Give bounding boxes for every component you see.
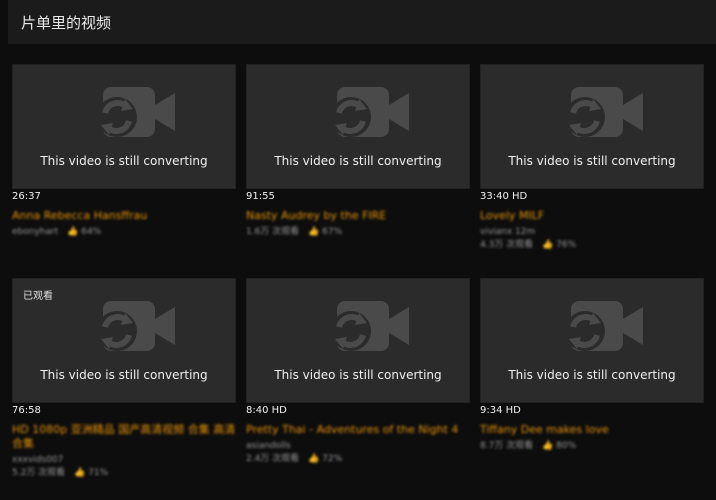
uploader-name[interactable]: xxxvids007 <box>12 454 236 467</box>
video-title[interactable]: Lovely MILF <box>480 209 704 223</box>
video-thumbnail[interactable]: This video is still converting <box>480 278 704 403</box>
video-meta: 8.7万 次观看 👍 80% <box>480 440 704 453</box>
video-camera-icon <box>97 301 175 351</box>
thumbs-up-icon: 👍 <box>308 454 320 464</box>
video-title[interactable]: Anna Rebecca Hansffrau <box>12 209 236 223</box>
video-thumbnail[interactable]: This video is still converting <box>12 64 236 189</box>
rating-value: 80% <box>556 441 577 451</box>
playlist-header: 片单里的视频 <box>8 0 716 44</box>
video-title[interactable]: Pretty Thai - Adventures of the Night 4 <box>246 423 470 437</box>
converting-message: This video is still converting <box>508 368 676 382</box>
view-count: 2.4万 次观看 <box>246 454 300 464</box>
view-count: 1.6万 次观看 <box>246 227 300 237</box>
thumbs-up-icon: 👍 <box>542 441 554 451</box>
video-title[interactable]: HD 1080p 亚洲精品 国产高清视频 合集 高清合集 <box>12 423 236 451</box>
view-count: 5.2万 次观看 <box>12 468 66 478</box>
thumbs-up-icon: 👍 <box>542 240 554 250</box>
video-meta: asiandolls 2.4万 次观看 👍 72% <box>246 440 470 466</box>
rating-value: 64% <box>81 227 102 237</box>
page-title: 片单里的视频 <box>21 13 112 32</box>
video-thumbnail[interactable]: This video is still converting <box>480 64 704 189</box>
video-thumbnail[interactable]: This video is still converting <box>246 278 470 403</box>
converting-message: This video is still converting <box>274 154 442 168</box>
video-card[interactable]: 已观看 This video is still converting 76:58… <box>12 278 236 478</box>
watched-badge: 已观看 <box>23 291 53 302</box>
video-camera-icon <box>331 301 409 351</box>
video-title[interactable]: Nasty Audrey by the FIRE <box>246 209 470 223</box>
video-camera-icon <box>97 87 175 137</box>
video-meta: ebonyhart 👍 64% <box>12 226 236 239</box>
converting-message: This video is still converting <box>40 154 208 168</box>
video-grid: This video is still converting 26:37 Ann… <box>12 64 716 478</box>
video-title[interactable]: Tiffany Dee makes love <box>480 423 704 437</box>
uploader-name[interactable]: vivianx 12m <box>480 226 704 239</box>
converting-message: This video is still converting <box>508 154 676 168</box>
video-duration: 33:40 HD <box>480 191 528 202</box>
video-camera-icon <box>331 87 409 137</box>
converting-message: This video is still converting <box>40 368 208 382</box>
video-card[interactable]: This video is still converting 26:37 Ann… <box>12 64 236 264</box>
video-duration: 8:40 HD <box>246 405 287 416</box>
video-camera-icon <box>565 87 643 137</box>
video-card[interactable]: This video is still converting 91:55 Nas… <box>246 64 470 264</box>
uploader-name[interactable]: ebonyhart <box>12 227 58 237</box>
video-meta: vivianx 12m 4.3万 次观看 👍 76% <box>480 226 704 252</box>
video-duration: 76:58 <box>12 405 41 416</box>
video-camera-icon <box>565 301 643 351</box>
video-duration: 9:34 HD <box>480 405 521 416</box>
video-meta: 1.6万 次观看 👍 67% <box>246 226 470 239</box>
video-card[interactable]: This video is still converting 8:40 HD P… <box>246 278 470 478</box>
rating-value: 71% <box>88 468 109 478</box>
rating-value: 67% <box>322 227 343 237</box>
thumbs-up-icon: 👍 <box>74 468 86 478</box>
view-count: 4.3万 次观看 <box>480 240 534 250</box>
rating-value: 76% <box>556 240 577 250</box>
converting-message: This video is still converting <box>274 368 442 382</box>
video-thumbnail[interactable]: 已观看 This video is still converting <box>12 278 236 403</box>
thumbs-up-icon: 👍 <box>308 227 320 237</box>
video-thumbnail[interactable]: This video is still converting <box>246 64 470 189</box>
video-card[interactable]: This video is still converting 33:40 HD … <box>480 64 704 264</box>
video-duration: 91:55 <box>246 191 275 202</box>
view-count: 8.7万 次观看 <box>480 441 534 451</box>
video-card[interactable]: This video is still converting 9:34 HD T… <box>480 278 704 478</box>
uploader-name[interactable]: asiandolls <box>246 440 470 453</box>
rating-value: 72% <box>322 454 343 464</box>
video-duration: 26:37 <box>12 191 41 202</box>
video-meta: xxxvids007 5.2万 次观看 👍 71% <box>12 454 236 480</box>
thumbs-up-icon: 👍 <box>67 227 79 237</box>
